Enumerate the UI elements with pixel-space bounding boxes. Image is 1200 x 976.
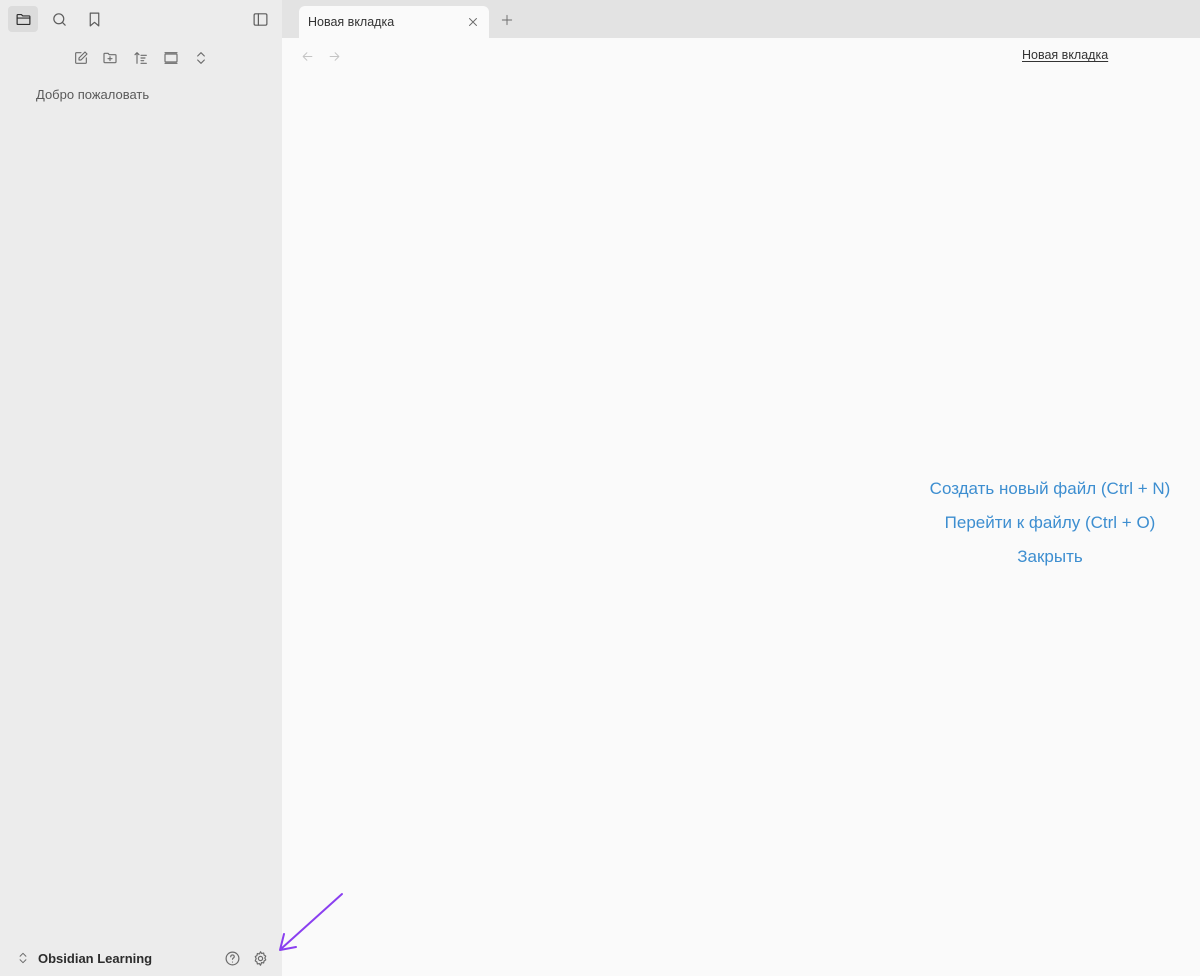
vault-name[interactable]: Obsidian Learning	[38, 951, 152, 966]
new-tab-button[interactable]	[496, 9, 518, 31]
collapse-all-button[interactable]	[186, 45, 216, 71]
new-folder-button[interactable]	[95, 45, 125, 71]
tab-close-button[interactable]	[463, 12, 483, 32]
create-new-file-link[interactable]: Создать новый файл (Ctrl + N)	[900, 472, 1200, 506]
empty-state: Создать новый файл (Ctrl + N) Перейти к …	[900, 472, 1200, 574]
edit-icon	[75, 51, 88, 64]
bookmarks-tab[interactable]	[79, 6, 109, 32]
go-to-file-link[interactable]: Перейти к файлу (Ctrl + O)	[900, 506, 1200, 540]
close-icon	[469, 18, 477, 26]
plus-icon	[501, 14, 513, 26]
new-note-button[interactable]	[66, 45, 96, 71]
folder-icon	[16, 13, 30, 25]
chevrons-up-down-icon	[197, 52, 205, 64]
search-icon	[52, 12, 66, 26]
annotation-arrow-icon	[279, 893, 343, 951]
collapse-sidebar-button[interactable]	[245, 6, 275, 32]
search-tab[interactable]	[44, 6, 74, 32]
tab-new-tab[interactable]: Новая вкладка	[299, 6, 489, 38]
navigate-back-button[interactable]	[296, 46, 318, 66]
left-sidebar: Добро пожаловать Obsidian Learning	[0, 0, 282, 976]
sidebar-tab-bar	[0, 0, 282, 38]
bookmark-icon	[89, 12, 99, 26]
view-title[interactable]: Новая вкладка	[1022, 48, 1108, 62]
chevrons-up-down-icon	[19, 952, 27, 964]
auto-reveal-button[interactable]	[156, 45, 186, 71]
folder-plus-icon	[103, 52, 117, 64]
file-tree-item[interactable]: Добро пожаловать	[36, 87, 149, 102]
sort-button[interactable]	[126, 45, 156, 71]
navigate-forward-button[interactable]	[323, 46, 345, 66]
tab-title: Новая вкладка	[308, 15, 395, 29]
close-tab-link[interactable]: Закрыть	[900, 540, 1200, 574]
help-icon	[225, 951, 239, 965]
sidebar-toggle-icon	[253, 12, 267, 26]
tab-bar: Новая вкладка	[282, 0, 1200, 38]
sort-icon	[134, 52, 147, 64]
arrow-right-icon	[329, 51, 339, 61]
reveal-icon	[164, 52, 178, 64]
arrow-left-icon	[302, 51, 312, 61]
files-tab[interactable]	[8, 6, 38, 32]
gear-icon	[254, 950, 266, 966]
help-button[interactable]	[217, 945, 247, 971]
file-explorer-toolbar	[0, 45, 282, 71]
vault-bar: Obsidian Learning	[0, 944, 282, 972]
vault-switcher-button[interactable]	[14, 947, 32, 969]
view-header: Новая вкладка	[282, 38, 1200, 74]
